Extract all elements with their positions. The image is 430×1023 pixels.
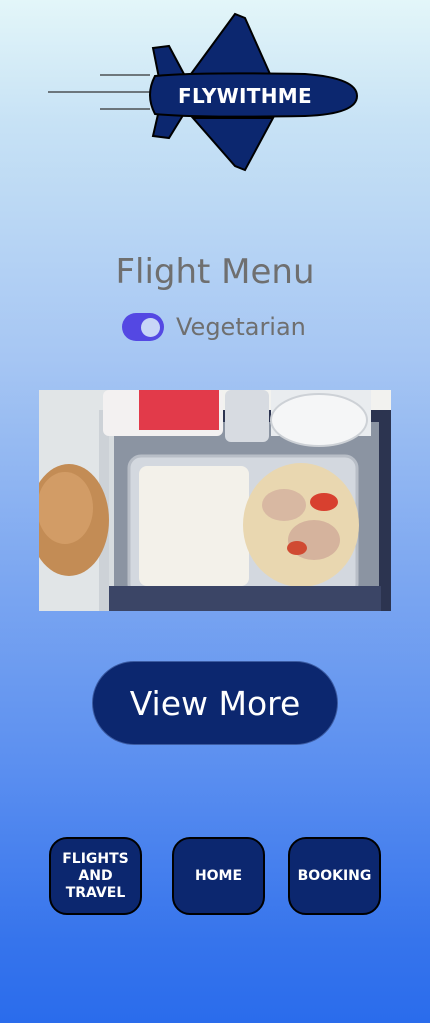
logo-text: FLYWITHME [178,84,312,108]
vegetarian-label: Vegetarian [176,313,306,341]
vegetarian-toggle[interactable] [122,313,164,341]
toggle-knob [141,318,160,337]
booking-button[interactable]: BOOKING [288,837,381,915]
flights-and-travel-button[interactable]: FLIGHTS AND TRAVEL [49,837,142,915]
view-more-button[interactable]: View More [92,661,338,745]
page-title: Flight Menu [115,252,315,292]
home-button[interactable]: HOME [172,837,265,915]
vegetarian-toggle-row: Vegetarian [122,310,306,344]
flywithme-logo: FLYWITHME [45,12,360,174]
airline-meal-tray-photo-icon [39,390,391,611]
meal-image [39,390,391,611]
airplane-logo-icon: FLYWITHME [48,12,359,172]
